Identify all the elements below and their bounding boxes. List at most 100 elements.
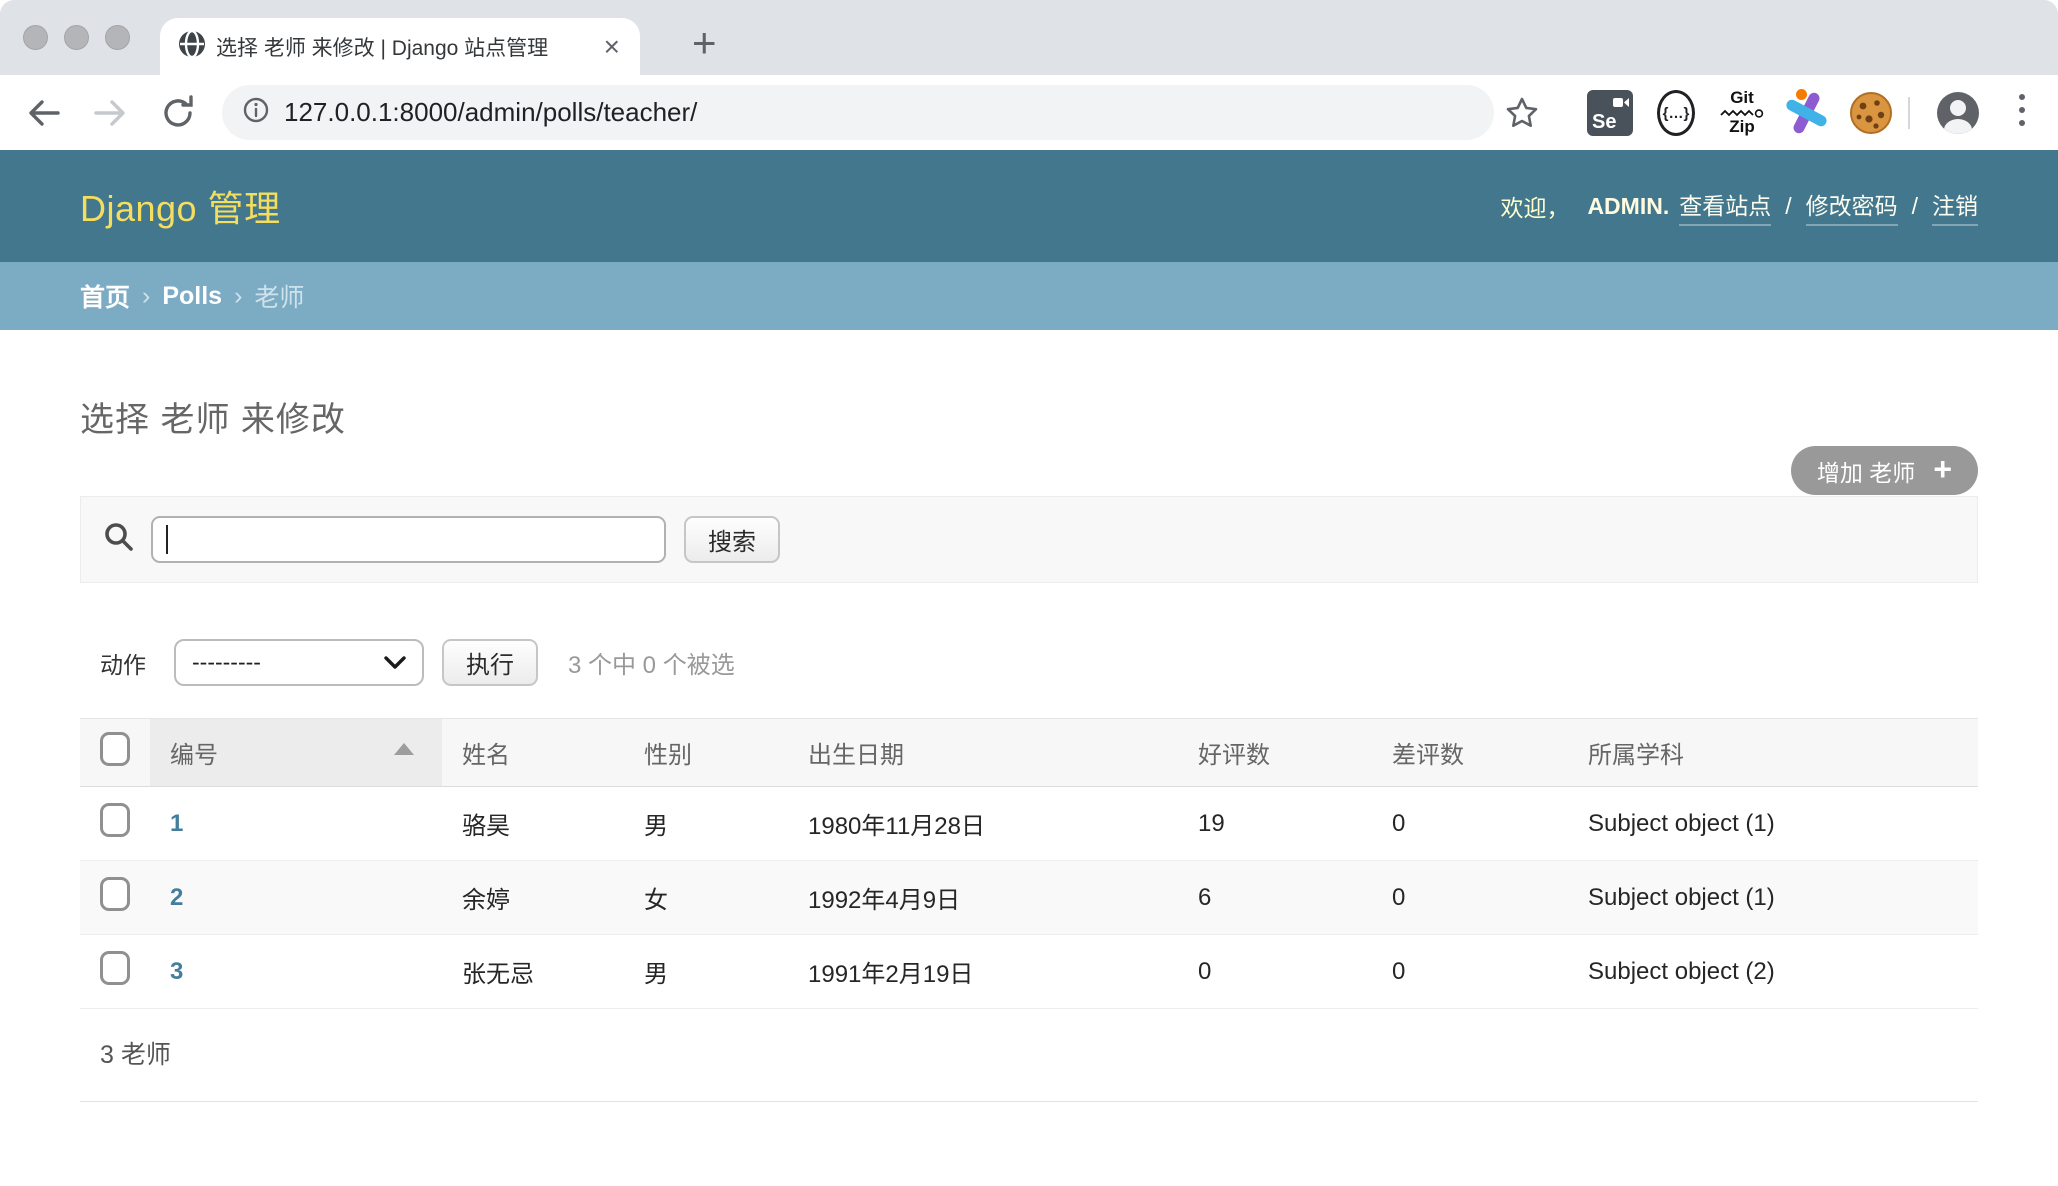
plus-icon: + (1933, 453, 1952, 485)
cell-good: 19 (1178, 787, 1372, 861)
change-password-link[interactable]: 修改密码 (1806, 187, 1898, 226)
search-button[interactable]: 搜索 (684, 516, 780, 563)
view-site-link[interactable]: 查看站点 (1679, 187, 1771, 226)
back-button[interactable] (22, 91, 66, 135)
address-bar[interactable]: 127.0.0.1:8000/admin/polls/teacher/ (222, 85, 1494, 140)
toolbar-separator (1908, 97, 1910, 129)
tab-title: 选择 老师 来修改 | Django 站点管理 (216, 32, 592, 62)
cell-good: 0 (1178, 935, 1372, 1009)
django-header: Django 管理 欢迎， ADMIN. 查看站点 / 修改密码 / 注销 (0, 150, 2058, 262)
browser-toolbar: 127.0.0.1:8000/admin/polls/teacher/ Se {… (0, 75, 2058, 150)
cell-bad: 0 (1372, 861, 1568, 935)
cell-bad: 0 (1372, 935, 1568, 1009)
search-input[interactable] (151, 516, 666, 563)
column-header-name[interactable]: 姓名 (442, 719, 624, 787)
column-header-bad[interactable]: 差评数 (1372, 719, 1568, 787)
breadcrumb: 首页 › Polls › 老师 (0, 262, 2058, 330)
column-header-birth[interactable]: 出生日期 (788, 719, 1178, 787)
tab-close-icon[interactable]: × (602, 33, 622, 61)
row-id-link[interactable]: 1 (170, 810, 183, 837)
column-header-id[interactable]: 编号 (150, 719, 442, 787)
cell-subject: Subject object (1) (1568, 861, 1978, 935)
add-teacher-button[interactable]: 增加 老师 + (1791, 446, 1978, 495)
extension-gitzip-icon[interactable]: Git Zip (1717, 89, 1767, 137)
browser-menu-icon[interactable] (2016, 91, 2028, 129)
action-select-value: --------- (192, 649, 261, 676)
breadcrumb-separator: › (142, 282, 150, 311)
search-icon (103, 521, 135, 558)
action-counter: 3 个中 0 个被选 (568, 645, 735, 680)
search-field-wrap (151, 516, 666, 563)
extension-json-viewer-icon[interactable]: {…} (1651, 89, 1701, 137)
cell-name: 骆昊 (442, 787, 624, 861)
window-controls (23, 25, 130, 50)
row-checkbox[interactable] (100, 877, 130, 911)
changelist-table: 编号 姓名 性别 出生日期 好评数 差评数 所属学科 1 骆昊 男 (80, 718, 1978, 1009)
tab-strip: 选择 老师 来修改 | Django 站点管理 × + (0, 0, 2058, 75)
row-id-link[interactable]: 3 (170, 958, 183, 985)
link-separator: / (1785, 193, 1791, 220)
cell-subject: Subject object (1) (1568, 787, 1978, 861)
changelist-content: 选择 老师 来修改 增加 老师 + 搜索 动作 --------- (0, 392, 2058, 1102)
object-tools: 增加 老师 + (1791, 446, 1978, 495)
column-header-good[interactable]: 好评数 (1178, 719, 1372, 787)
cell-gender: 男 (624, 787, 788, 861)
close-window-button[interactable] (23, 25, 48, 50)
link-separator: / (1912, 193, 1918, 220)
breadcrumb-app-link[interactable]: Polls (162, 282, 222, 311)
welcome-text: 欢迎， (1500, 189, 1569, 223)
select-all-cell (80, 719, 150, 787)
cell-name: 张无忌 (442, 935, 624, 1009)
row-checkbox[interactable] (100, 803, 130, 837)
new-tab-button[interactable]: + (692, 22, 717, 64)
cell-name: 余婷 (442, 861, 624, 935)
column-header-subject[interactable]: 所属学科 (1568, 719, 1978, 787)
page-title: 选择 老师 来修改 (80, 392, 1978, 441)
select-all-checkbox[interactable] (100, 732, 130, 766)
action-label: 动作 (100, 646, 146, 680)
result-count: 3 老师 (80, 1009, 1978, 1102)
result-list: 编号 姓名 性别 出生日期 好评数 差评数 所属学科 1 骆昊 男 (80, 718, 1978, 1102)
extension-cookie-icon[interactable] (1846, 89, 1896, 137)
logout-link[interactable]: 注销 (1932, 187, 1978, 226)
text-caret (166, 525, 168, 554)
profile-avatar[interactable] (1933, 89, 1983, 137)
browser-tab[interactable]: 选择 老师 来修改 | Django 站点管理 × (160, 18, 640, 75)
minimize-window-button[interactable] (64, 25, 89, 50)
column-header-gender[interactable]: 性别 (624, 719, 788, 787)
cell-birth: 1991年2月19日 (788, 935, 1178, 1009)
bookmark-star-icon[interactable] (1500, 91, 1544, 135)
url-text: 127.0.0.1:8000/admin/polls/teacher/ (284, 97, 697, 128)
chevron-down-icon (384, 649, 406, 676)
reload-button[interactable] (156, 91, 200, 135)
extension-x-icon[interactable] (1781, 89, 1831, 137)
username-text: ADMIN. (1587, 193, 1669, 220)
row-checkbox[interactable] (100, 951, 130, 985)
cell-bad: 0 (1372, 787, 1568, 861)
table-row: 1 骆昊 男 1980年11月28日 19 0 Subject object (… (80, 787, 1978, 861)
breadcrumb-home-link[interactable]: 首页 (80, 278, 130, 314)
search-toolbar: 搜索 (80, 496, 1978, 583)
cell-birth: 1992年4月9日 (788, 861, 1178, 935)
cell-gender: 男 (624, 935, 788, 1009)
browser-window: 选择 老师 来修改 | Django 站点管理 × + 127.0.0.1:80… (0, 0, 2058, 1186)
zoom-window-button[interactable] (105, 25, 130, 50)
breadcrumb-current: 老师 (254, 278, 304, 314)
action-select[interactable]: --------- (174, 639, 424, 686)
actions-bar: 动作 --------- 执行 3 个中 0 个被选 (80, 639, 1978, 686)
sort-ascending-icon[interactable] (394, 743, 414, 755)
site-branding[interactable]: Django 管理 (80, 180, 281, 232)
add-teacher-label: 增加 老师 (1817, 454, 1915, 488)
globe-favicon-icon (178, 30, 206, 63)
extension-selenium-icon[interactable]: Se (1585, 89, 1635, 137)
cell-good: 6 (1178, 861, 1372, 935)
table-row: 3 张无忌 男 1991年2月19日 0 0 Subject object (2… (80, 935, 1978, 1009)
breadcrumb-separator: › (234, 282, 242, 311)
go-button[interactable]: 执行 (442, 639, 538, 686)
row-id-link[interactable]: 2 (170, 884, 183, 911)
site-info-icon[interactable] (242, 96, 270, 129)
user-tools: 欢迎， ADMIN. 查看站点 / 修改密码 / 注销 (1500, 187, 1978, 226)
cell-subject: Subject object (2) (1568, 935, 1978, 1009)
forward-button[interactable] (88, 91, 132, 135)
table-header-row: 编号 姓名 性别 出生日期 好评数 差评数 所属学科 (80, 719, 1978, 787)
